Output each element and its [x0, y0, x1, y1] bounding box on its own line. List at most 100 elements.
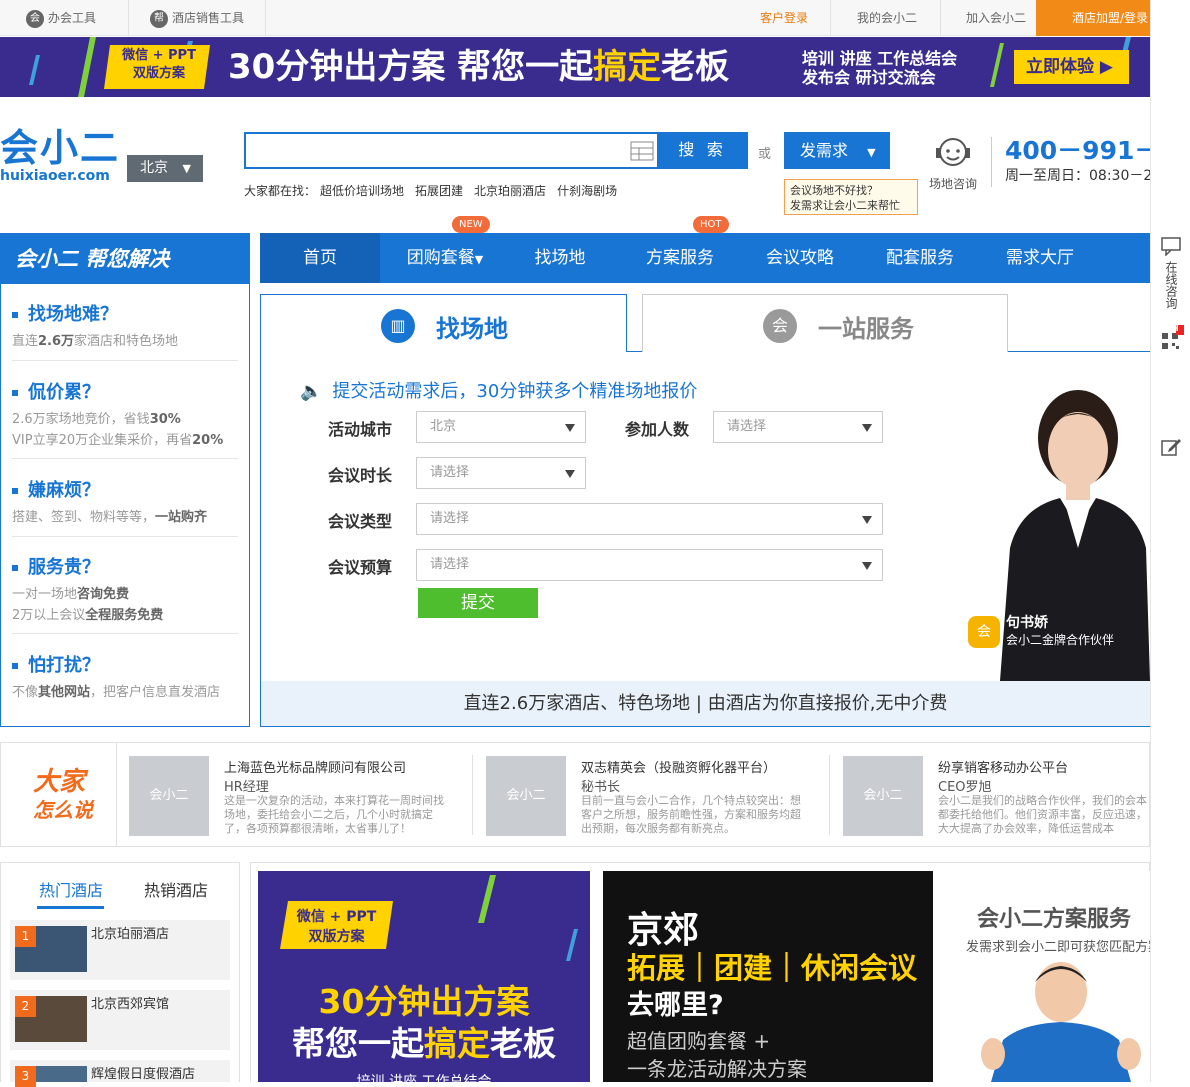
nav-support-services[interactable]: 配套服务 — [880, 233, 960, 283]
duration-label: 会议时长 — [328, 466, 393, 485]
hui-icon: 会 — [763, 309, 797, 343]
nav-home[interactable]: 首页 — [260, 233, 380, 283]
testimonials-heading: 大家 怎么说 — [33, 767, 93, 822]
building-icon: ▥ — [381, 309, 415, 343]
hotel-name: 北京珀丽酒店 — [91, 927, 170, 942]
feedback-button[interactable] — [1151, 437, 1190, 460]
hot-search-item[interactable]: 什刹海剧场 — [557, 184, 617, 198]
promo-banner[interactable]: 微信 + PPT 双版方案 30分钟出方案 帮您一起搞定老板 培训 讲座 工作总… — [0, 37, 1150, 97]
main-nav: 首页 团购套餐▼ 找场地 方案服务 会议攻略 配套服务 需求大厅 — [260, 233, 1150, 283]
hotel-sales-tools-link[interactable]: 帮酒店销售工具 — [150, 0, 244, 36]
testimonial-text: 这是一次复杂的活动，本来打算花一周时间找场地，委托给会小二之后，几个小时就搞定了… — [224, 794, 444, 835]
hot-badge: HOT — [693, 216, 729, 233]
hot-searches: 大家都在找： 超低价培训场地 拓展团建 北京珀丽酒店 什刹海剧场 — [244, 184, 618, 198]
solution-item[interactable]: 服务贵？ 一对一场地咨询免费 2万以上会议全程服务免费 — [12, 553, 238, 626]
solutions-title: 会小二 帮您解决 — [1, 234, 249, 284]
edit-icon — [1161, 439, 1181, 456]
nav-guides[interactable]: 会议攻略 — [760, 233, 840, 283]
hotel-name: 北京西郊宾馆 — [91, 997, 170, 1012]
caret-down-icon: ▼ — [474, 253, 484, 266]
testimonial-company: 双志精英会（投融资孵化器平台） — [581, 761, 777, 776]
testimonial-company: 上海蓝色光标品牌顾问有限公司 — [224, 761, 407, 776]
promo1-subheadline: 帮您一起搞定老板 — [292, 1024, 556, 1063]
service-person-image — [981, 962, 1141, 1082]
hotel-rank: 1 — [15, 926, 36, 947]
testimonial-role: 秘书长 — [581, 780, 621, 795]
testimonial-logo: 会小二 — [486, 756, 566, 836]
form-title: 🔈 提交活动需求后，30分钟获多个精准场地报价 — [300, 381, 698, 402]
promo-plan-card[interactable]: 微信 + PPT 双版方案 30分钟出方案 帮您一起搞定老板 培训 讲座 工作总… — [258, 871, 590, 1082]
search-button[interactable]: 搜 索 — [657, 132, 748, 169]
banner-headline: 30分钟出方案 帮您一起搞定老板 — [228, 47, 730, 87]
hotel-item[interactable]: 1 北京珀丽酒店 — [10, 920, 230, 980]
city-label: 活动城市 — [328, 420, 393, 439]
online-consult-button[interactable]: 在线咨询 — [1151, 236, 1190, 309]
duration-select[interactable]: 请选择 — [416, 457, 586, 489]
people-label: 参加人数 — [625, 420, 690, 439]
city-selector[interactable]: 北京 ▼ — [127, 155, 203, 182]
testimonial-logo: 会小二 — [129, 756, 209, 836]
promo-service-card[interactable]: 会小二方案服务 发需求到会小二即可获您匹配方案 — [941, 871, 1150, 1082]
right-sidebar: 在线咨询 H — [1150, 0, 1190, 1082]
qr-code-icon — [1162, 325, 1185, 349]
hot-search-item[interactable]: 北京珀丽酒店 — [474, 184, 546, 198]
meeting-type-label: 会议类型 — [328, 512, 393, 531]
banner-sub-line1: 培训 讲座 工作总结会 — [802, 49, 958, 68]
solution-item[interactable]: 找场地难？ 直连2.6万家酒店和特色场地 — [12, 300, 238, 352]
solution-item[interactable]: 侃价累？ 2.6万家场地竞价，省钱30% VIP立享20万企业集采价，再省20% — [12, 378, 238, 451]
submit-button[interactable]: 提交 — [418, 588, 538, 618]
my-account-link[interactable]: 我的会小二 — [857, 0, 917, 36]
search-input[interactable] — [246, 134, 616, 167]
hotel-name: 辉煌假日度假酒店 — [91, 1067, 196, 1082]
solution-item[interactable]: 嫌麻烦？ 搭建、签到、物料等等，一站购齐 — [12, 476, 238, 528]
bang-icon: 帮 — [150, 9, 168, 28]
solution-item[interactable]: 怕打扰？ 不像其他网站，把客户信息直发酒店 — [12, 651, 238, 703]
tab-hot-hotels[interactable]: 热门酒店 — [39, 877, 103, 901]
demand-tooltip: 会议场地不好找？ 发需求让会小二来帮忙 — [784, 179, 918, 215]
testimonial-text: 会小二是我们的战略合作伙伴，我们的会本都委托给他们。他们资源丰富，反应迅速，大大… — [938, 794, 1147, 835]
chat-icon — [1161, 237, 1181, 257]
new-badge: NEW — [452, 216, 490, 233]
tab-find-venue[interactable]: ▥ 找场地 — [260, 294, 627, 352]
testimonial-company: 纷享销客移动办公平台 — [938, 761, 1069, 776]
headset-icon — [936, 138, 970, 166]
hot-search-item[interactable]: 超低价培训场地 — [320, 184, 404, 198]
nav-find-venue[interactable]: 找场地 — [520, 233, 600, 283]
search-box — [244, 132, 658, 169]
caret-down-icon: ▼ — [867, 146, 876, 159]
people-select[interactable]: 请选择 — [713, 411, 883, 443]
qr-code-button[interactable]: H — [1151, 324, 1190, 356]
venue-consult[interactable]: 场地咨询 — [929, 134, 977, 192]
logo[interactable]: 会小二 huixiaoer.com — [0, 128, 120, 184]
city-select[interactable]: 北京 — [416, 411, 586, 443]
promo-suburb-card[interactable]: 京郊 拓展｜团建｜休闲会议 去哪里? 超值团购套餐 + 一条龙活动解决方案 — [603, 871, 933, 1082]
testimonial-text: 目前一直与会小二合作，几个特点较突出：想客户之所想，服务前瞻性强，方案和服务均超… — [581, 794, 801, 835]
testimonial-role: CEO罗旭 — [938, 780, 992, 795]
budget-select[interactable]: 请选择 — [416, 549, 883, 581]
office-tools-link[interactable]: 会办会工具 — [26, 0, 96, 36]
meeting-type-select[interactable]: 请选择 — [416, 503, 883, 535]
banner-tag-line2: 双版方案 — [132, 66, 185, 81]
hotel-join-button[interactable]: 酒店加盟/登录 — [1036, 0, 1150, 36]
nav-group-buy[interactable]: 团购套餐▼ — [400, 233, 490, 283]
top-bar: 会办会工具 帮酒店销售工具 客户登录 我的会小二 加入会小二 酒店加盟/登录 — [0, 0, 1150, 36]
hotel-item[interactable]: 3 辉煌假日度假酒店 — [10, 1060, 230, 1087]
budget-label: 会议预算 — [328, 558, 393, 577]
join-link[interactable]: 加入会小二 — [966, 0, 1026, 36]
qr-badge: H — [1172, 324, 1179, 333]
hui-icon: 会 — [968, 616, 1000, 648]
nav-demand-hall[interactable]: 需求大厅 — [1000, 233, 1080, 283]
advantage-strip: 直连2.6万家酒店、特色场地 | 由酒店为你直接报价,无中介费 — [261, 681, 1150, 726]
hotel-rank: 2 — [15, 996, 36, 1017]
table-icon[interactable] — [630, 141, 654, 161]
tab-one-stop-service[interactable]: 会 一站服务 — [642, 294, 1008, 352]
testimonial-logo: 会小二 — [843, 756, 923, 836]
nav-solutions[interactable]: 方案服务 — [640, 233, 720, 283]
tab-best-selling-hotels[interactable]: 热销酒店 — [144, 877, 208, 901]
post-demand-button[interactable]: 发需求 ▼ — [784, 132, 890, 169]
testimonial-role: HR经理 — [224, 780, 269, 795]
banner-cta-button[interactable]: 立即体验 ▶ — [1014, 50, 1129, 84]
hot-search-item[interactable]: 拓展团建 — [415, 184, 463, 198]
hotel-item[interactable]: 2 北京西郊宾馆 — [10, 990, 230, 1050]
customer-login-link[interactable]: 客户登录 — [760, 0, 808, 36]
